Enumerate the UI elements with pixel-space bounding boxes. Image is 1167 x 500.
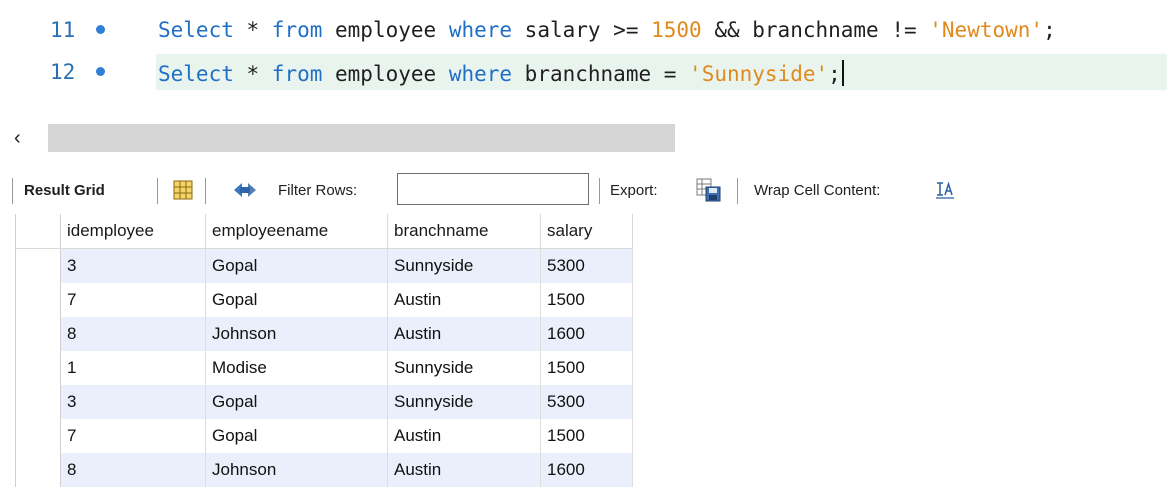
table-cell-branchname[interactable]: Austin xyxy=(387,317,541,351)
code-token: where xyxy=(448,62,513,86)
row-header-corner[interactable] xyxy=(16,214,61,249)
table-cell-branchname[interactable]: Sunnyside xyxy=(387,351,541,385)
table-row[interactable]: 3 Gopal Sunnyside 5300 xyxy=(16,248,633,283)
column-header-employeename[interactable]: employeename xyxy=(205,214,388,249)
table-cell-idemployee[interactable]: 3 xyxy=(60,385,206,419)
header-row: idemployee employeename branchname salar… xyxy=(16,214,633,249)
refresh-icon[interactable] xyxy=(230,170,260,210)
code-text[interactable]: Select * from employee where salary >= 1… xyxy=(158,18,1056,42)
export-label: Export: xyxy=(610,181,658,199)
table-cell-idemployee[interactable]: 7 xyxy=(60,419,206,453)
wrap-cell-icon[interactable] xyxy=(934,170,956,210)
code-token: 1500 xyxy=(651,18,702,42)
code-token: && branchname != xyxy=(701,18,930,42)
export-icon[interactable] xyxy=(696,170,722,210)
table-cell-idemployee[interactable]: 8 xyxy=(60,317,206,351)
table-cell-idemployee[interactable]: 3 xyxy=(60,248,206,283)
toolbar-separator xyxy=(205,178,206,204)
code-text[interactable]: Select * from employee where branchname … xyxy=(158,60,844,86)
code-token: ; xyxy=(1043,18,1056,42)
toolbar-separator xyxy=(737,178,738,204)
code-token: from xyxy=(271,62,323,86)
table-cell-employeename[interactable]: Johnson xyxy=(205,453,388,487)
table-cell-branchname[interactable]: Austin xyxy=(387,283,541,317)
code-token: Select xyxy=(158,18,234,42)
column-header-salary[interactable]: salary xyxy=(540,214,633,249)
row-header[interactable] xyxy=(16,248,61,283)
code-token: employee xyxy=(322,18,449,42)
table-cell-branchname[interactable]: Austin xyxy=(387,453,541,487)
code-token: Select xyxy=(158,62,234,86)
table-cell-employeename[interactable]: Gopal xyxy=(205,248,388,283)
code-line-11[interactable]: 11 Select * from employee where salary >… xyxy=(0,12,1167,48)
code-token: 'Sunnyside' xyxy=(689,62,829,86)
line-number: 12 xyxy=(50,60,76,84)
table-cell-salary[interactable]: 1600 xyxy=(540,317,633,351)
toolbar-separator xyxy=(12,178,13,204)
filter-rows-label: Filter Rows: xyxy=(278,181,358,199)
code-token: employee xyxy=(322,62,449,86)
code-token: where xyxy=(448,18,513,42)
table-cell-employeename[interactable]: Gopal xyxy=(205,385,388,419)
table-cell-employeename[interactable]: Modise xyxy=(205,351,388,385)
code-token: 'Newtown' xyxy=(929,18,1044,42)
table-cell-salary[interactable]: 1500 xyxy=(540,351,633,385)
row-header[interactable] xyxy=(16,453,61,487)
table-cell-salary[interactable]: 1500 xyxy=(540,419,633,453)
toolbar-separator xyxy=(157,178,158,204)
sql-editor[interactable]: 11 Select * from employee where salary >… xyxy=(0,0,1167,118)
horizontal-scrollbar[interactable]: ‹ xyxy=(0,124,676,152)
bullet-icon xyxy=(96,25,105,34)
table-row[interactable]: 8 Johnson Austin 1600 xyxy=(16,453,633,487)
column-header-branchname[interactable]: branchname xyxy=(387,214,541,249)
row-header[interactable] xyxy=(16,351,61,385)
table-cell-branchname[interactable]: Sunnyside xyxy=(387,385,541,419)
column-header-idemployee[interactable]: idemployee xyxy=(60,214,206,249)
row-header[interactable] xyxy=(16,385,61,419)
row-header[interactable] xyxy=(16,283,61,317)
table-cell-idemployee[interactable]: 1 xyxy=(60,351,206,385)
table-cell-branchname[interactable]: Austin xyxy=(387,419,541,453)
row-header[interactable] xyxy=(16,419,61,453)
table-row[interactable]: 3 Gopal Sunnyside 5300 xyxy=(16,385,633,419)
filter-rows-input[interactable] xyxy=(397,173,589,205)
table-cell-employeename[interactable]: Gopal xyxy=(205,283,388,317)
table-cell-employeename[interactable]: Johnson xyxy=(205,317,388,351)
toolbar-separator xyxy=(599,178,600,204)
text-caret xyxy=(841,60,844,86)
table-cell-idemployee[interactable]: 7 xyxy=(60,283,206,317)
result-toolbar: Result Grid Filter Rows: Export: Wrap Ce… xyxy=(12,170,1162,210)
table-cell-employeename[interactable]: Gopal xyxy=(205,419,388,453)
table-cell-salary[interactable]: 1500 xyxy=(540,283,633,317)
table-cell-salary[interactable]: 5300 xyxy=(540,248,633,283)
table-cell-branchname[interactable]: Sunnyside xyxy=(387,248,541,283)
result-grid: idemployee employeename branchname salar… xyxy=(15,214,633,487)
form-editor-icon[interactable] xyxy=(172,170,194,210)
table-row[interactable]: 8 Johnson Austin 1600 xyxy=(16,317,633,351)
wrap-cell-label: Wrap Cell Content: xyxy=(754,181,881,199)
scroll-left-icon[interactable]: ‹ xyxy=(14,126,21,150)
bullet-icon xyxy=(96,67,105,76)
code-token: * xyxy=(233,62,272,86)
table-row[interactable]: 7 Gopal Austin 1500 xyxy=(16,419,633,453)
scrollbar-thumb[interactable] xyxy=(48,124,675,152)
code-token: * xyxy=(233,18,272,42)
table-cell-salary[interactable]: 5300 xyxy=(540,385,633,419)
row-header[interactable] xyxy=(16,317,61,351)
result-grid-tab[interactable]: Result Grid xyxy=(24,170,105,210)
line-number: 11 xyxy=(50,18,76,42)
code-line-12[interactable]: 12 Select * from employee where branchna… xyxy=(0,54,1167,90)
table-row[interactable]: 7 Gopal Austin 1500 xyxy=(16,283,633,317)
table-row[interactable]: 1 Modise Sunnyside 1500 xyxy=(16,351,633,385)
code-token: from xyxy=(271,18,323,42)
table-cell-salary[interactable]: 1600 xyxy=(540,453,633,487)
code-token: salary >= xyxy=(512,18,652,42)
table-cell-idemployee[interactable]: 8 xyxy=(60,453,206,487)
code-token: branchname = xyxy=(512,62,690,86)
code-token: ; xyxy=(828,62,841,86)
